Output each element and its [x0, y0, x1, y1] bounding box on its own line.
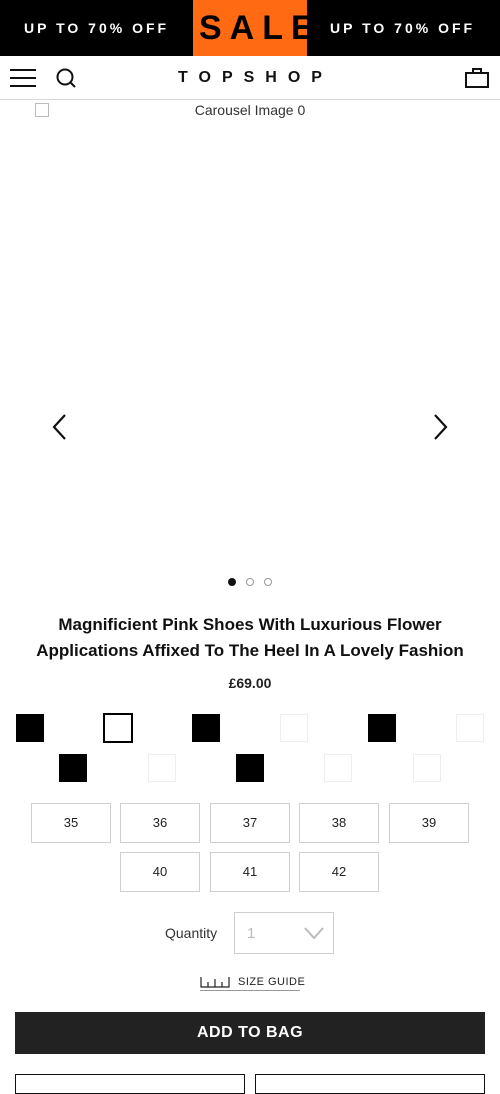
carousel-image: Carousel Image 0	[194, 102, 306, 118]
shopping-bag-icon[interactable]	[464, 66, 490, 90]
sale-badge: SALE	[193, 0, 314, 56]
product-image-carousel[interactable]: Carousel Image 0	[0, 100, 500, 595]
color-swatch[interactable]	[16, 714, 44, 742]
sale-banner[interactable]: UP TO 70% OFF SALE UP TO 70% OFF	[0, 0, 500, 56]
quantity-label: Quantity	[165, 925, 218, 941]
product-title: Magnificient Pink Shoes With Luxurious F…	[36, 615, 464, 660]
size-option-button[interactable]: 37	[210, 803, 290, 843]
topshop-logo[interactable]: TOPSHOP	[150, 56, 350, 99]
hamburger-menu-icon[interactable]	[10, 67, 36, 89]
size-option-button[interactable]: 35	[31, 803, 111, 843]
quantity-value: 1	[247, 925, 256, 942]
secondary-button-right[interactable]	[255, 1074, 485, 1094]
carousel-dot[interactable]	[246, 578, 254, 586]
add-to-bag-button[interactable]: ADD TO BAG	[15, 1012, 485, 1054]
carousel-pagination	[0, 578, 500, 586]
color-swatch[interactable]	[236, 754, 264, 782]
chevron-right-icon[interactable]	[428, 412, 452, 442]
site-header: TOPSHOP	[0, 56, 500, 100]
size-option-button[interactable]: 36	[120, 803, 200, 843]
banner-promo-text-left: UP TO 70% OFF	[24, 20, 170, 36]
size-option-button[interactable]: 40	[120, 852, 200, 892]
chevron-left-icon[interactable]	[48, 412, 72, 442]
color-swatch[interactable]	[280, 714, 308, 742]
color-swatch[interactable]	[192, 714, 220, 742]
color-swatch[interactable]	[59, 754, 87, 782]
product-price: £69.00	[228, 675, 272, 691]
color-swatch[interactable]	[456, 714, 484, 742]
color-swatch[interactable]	[103, 713, 133, 743]
size-option-button[interactable]: 39	[389, 803, 469, 843]
size-option-button[interactable]: 38	[299, 803, 379, 843]
color-swatch[interactable]	[148, 754, 176, 782]
ruler-icon	[200, 975, 230, 989]
size-guide-underline	[200, 990, 300, 991]
quantity-select[interactable]: 1	[234, 912, 334, 954]
size-option-button[interactable]: 41	[210, 852, 290, 892]
size-option-button[interactable]: 42	[299, 852, 379, 892]
color-swatch[interactable]	[368, 714, 396, 742]
color-swatch[interactable]	[324, 754, 352, 782]
search-icon[interactable]	[54, 67, 78, 91]
carousel-dot[interactable]	[228, 578, 236, 586]
color-swatch[interactable]	[413, 754, 441, 782]
size-guide-label: SIZE GUIDE	[238, 976, 306, 988]
carousel-dot[interactable]	[264, 578, 272, 586]
secondary-button-left[interactable]	[15, 1074, 245, 1094]
chevron-down-icon	[303, 925, 325, 941]
banner-promo-text-right: UP TO 70% OFF	[330, 20, 476, 36]
